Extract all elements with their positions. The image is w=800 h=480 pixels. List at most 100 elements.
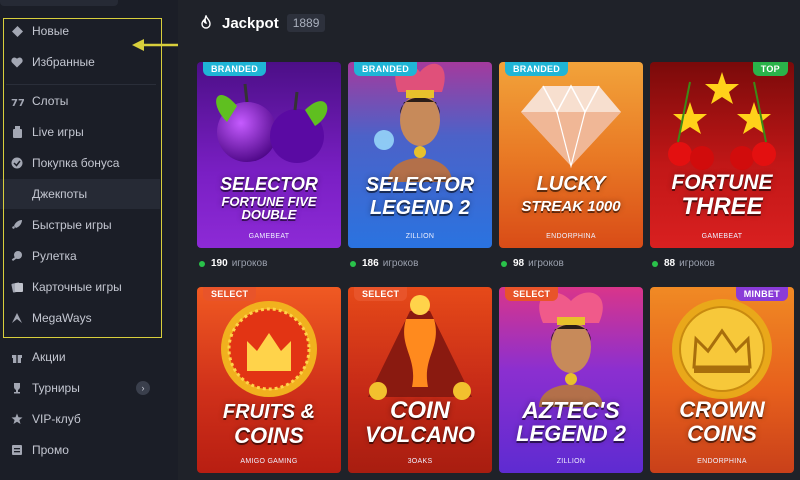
fire-icon: [201, 15, 211, 29]
game-thumbnail: [668, 72, 776, 170]
game-provider: GAMEBEAT: [248, 233, 290, 240]
bonus-icon: [10, 156, 24, 170]
game-badge: BRANDED: [354, 62, 418, 76]
sidebar-item-label: Промо: [32, 443, 69, 457]
sidebar-item-promo[interactable]: Промо: [0, 435, 160, 465]
slots-icon: 77: [10, 94, 24, 108]
megaways-icon: [10, 311, 24, 325]
game-card[interactable]: MINBET CROWN COINS ENDORPHINA: [650, 287, 794, 473]
players-count: 190 игроков: [199, 258, 267, 269]
game-thumbnail: [374, 63, 452, 182]
game-thumbnail: [521, 84, 621, 169]
game-provider: 3OAKS: [407, 458, 433, 465]
sidebar-item-label: Джекпоты: [32, 187, 88, 201]
game-title-line1: LUCKY: [536, 173, 606, 195]
sidebar-item-label: VIP-клуб: [32, 412, 81, 426]
sidebar-item-label: Слоты: [32, 94, 69, 108]
game-provider: ZILLION: [556, 458, 586, 465]
sidebar-item-megaways[interactable]: MegaWays: [0, 303, 160, 333]
game-thumbnail: [539, 292, 603, 407]
gift-icon: [10, 350, 24, 364]
game-badge: TOP: [752, 62, 788, 76]
game-provider: ENDORPHINA: [697, 458, 747, 465]
game-badge: BRANDED: [505, 62, 569, 76]
players-label: игроков: [231, 258, 268, 269]
game-title-line3: DOUBLE: [241, 207, 297, 222]
game-title-line2: COINS: [687, 421, 757, 446]
game-card[interactable]: SELECT COIN VOLCANO 3OAKS: [348, 287, 492, 473]
game-title-line2: LEGEND 2: [369, 197, 471, 219]
players-number: 98: [513, 258, 525, 269]
players-label: игроков: [382, 258, 419, 269]
game-provider: ZILLION: [405, 233, 435, 240]
rocket-icon: [10, 218, 24, 232]
chevron-right-icon[interactable]: ›: [136, 381, 150, 395]
game-badge: MINBET: [735, 287, 788, 301]
game-title-line1: FRUITS &: [222, 401, 316, 423]
sidebar-item-slots[interactable]: 77 Слоты: [0, 86, 160, 116]
sidebar-item-fast-games[interactable]: Быстрые игры: [0, 210, 160, 240]
online-dot: [652, 260, 658, 267]
sidebar-item-vip-club[interactable]: VIP-клуб: [0, 404, 160, 434]
page-title: Jackpot: [222, 14, 279, 32]
sidebar-item-label: Акции: [32, 350, 66, 364]
players-count: 186 игроков: [350, 258, 418, 269]
sidebar-item-label: Турниры: [32, 381, 80, 395]
players-count: 88 игроков: [652, 258, 715, 269]
players-count: 98 игроков: [501, 258, 564, 269]
sidebar-item-tournaments[interactable]: Турниры ›: [0, 373, 160, 403]
sidebar-item-label: Избранные: [32, 55, 95, 69]
game-card[interactable]: SELECT AZTEC'S LEGEND 2 ZILLION: [499, 287, 643, 473]
sidebar-item-jackpots[interactable]: Джекпоты: [0, 179, 160, 209]
sidebar-top-item-cut[interactable]: [0, 0, 118, 6]
star-icon: [10, 412, 24, 426]
sidebar-item-bonus-buy[interactable]: Покупка бонуса: [0, 148, 160, 178]
game-title-line1: CROWN: [679, 397, 765, 422]
game-title-line1: SELECTOR: [220, 174, 318, 194]
sidebar-item-roulette[interactable]: Рулетка: [0, 241, 160, 271]
game-card[interactable]: TOP FORTUNE THREE GAMEBEAT: [650, 62, 794, 248]
sidebar-item-live[interactable]: Live игры: [0, 117, 160, 147]
game-card[interactable]: SELECT FRUITS & COINS AMIGO GAMING: [197, 287, 341, 473]
trophy-icon: [10, 381, 24, 395]
sidebar-item-label: Live игры: [32, 125, 84, 139]
online-dot: [501, 260, 507, 267]
games-count-badge: 1889: [286, 14, 326, 32]
game-title-line2: VOLCANO: [365, 422, 475, 447]
diamond-icon: [10, 24, 24, 38]
sidebar-item-label: Карточные игры: [32, 280, 122, 294]
sidebar-item-label: Новые: [32, 24, 70, 38]
game-title-line2: COINS: [234, 423, 304, 448]
game-title-line1: COIN: [390, 397, 450, 424]
players-number: 190: [211, 258, 228, 269]
game-title-line1: SELECTOR: [365, 174, 475, 196]
heart-icon: [10, 55, 24, 69]
game-badge: SELECT: [203, 287, 257, 301]
game-thumbnail: [368, 295, 472, 400]
sidebar-item-card-games[interactable]: Карточные игры: [0, 272, 160, 302]
sidebar-item-label: Рулетка: [32, 249, 77, 263]
svg-text:77: 77: [11, 98, 24, 107]
players-label: игроков: [679, 258, 715, 269]
game-title-line2: THREE: [681, 193, 763, 220]
game-provider: AMIGO GAMING: [240, 458, 298, 465]
game-title-line1: FORTUNE: [671, 171, 773, 194]
sidebar-item-label: MegaWays: [32, 311, 92, 325]
sidebar: Новые Избранные 77 Слоты Live игры Покуп…: [0, 0, 170, 480]
game-provider: GAMEBEAT: [701, 233, 743, 240]
players-number: 88: [664, 258, 676, 269]
roulette-icon: [10, 249, 24, 263]
sidebar-item-promotions[interactable]: Акции: [0, 342, 160, 372]
game-badge: SELECT: [505, 287, 559, 301]
promo-icon: [10, 443, 24, 457]
game-card[interactable]: BRANDED SELECTOR LEGEND 2 ZILLION: [348, 62, 492, 248]
game-card[interactable]: BRANDED LUCKY STREAK 1000 ENDORPHINA: [499, 62, 643, 248]
main-content: Jackpot 1889 BRANDED SELECTOR FORTUNE FI…: [178, 0, 800, 480]
game-card[interactable]: BRANDED SELECTOR FORTUNE FIVE DOUBLE GAM…: [197, 62, 341, 248]
game-thumbnail: [216, 83, 328, 163]
players-label: игроков: [528, 258, 564, 269]
game-badge: SELECT: [354, 287, 408, 301]
online-dot: [199, 260, 205, 267]
sidebar-item-label: Покупка бонуса: [32, 156, 120, 170]
online-dot: [350, 260, 356, 267]
